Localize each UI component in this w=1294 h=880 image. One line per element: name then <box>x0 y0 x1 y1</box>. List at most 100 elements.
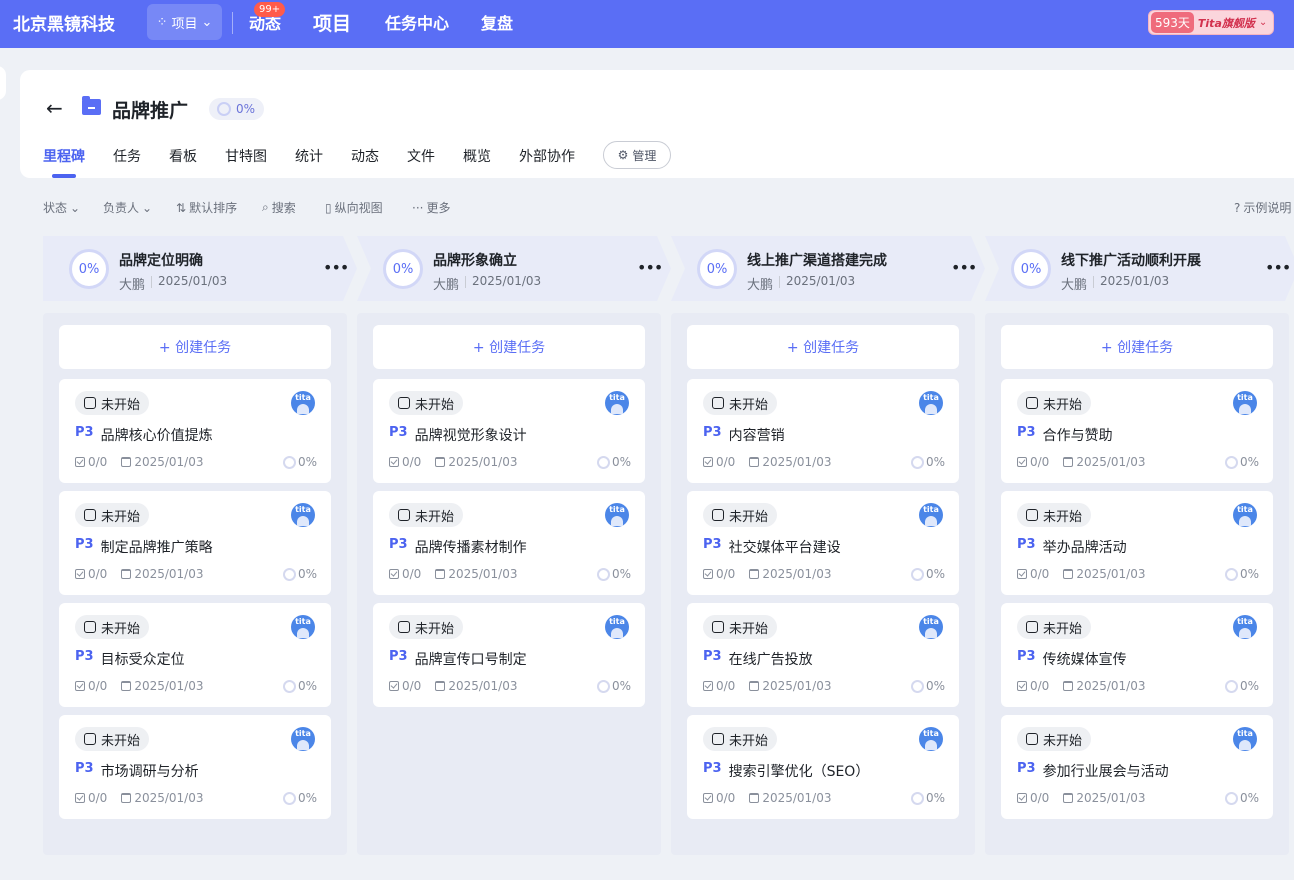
task-card[interactable]: 未开始 tita P3 搜索引擎优化（SEO） 0/0 2025/01/03 0% <box>687 715 959 819</box>
status-badge[interactable]: 未开始 <box>703 391 778 415</box>
status-filter[interactable]: 状态 ⌄ <box>43 199 80 216</box>
tab-board[interactable]: 看板 <box>169 146 197 166</box>
task-date: 2025/01/03 <box>749 791 831 805</box>
tab-overview[interactable]: 概览 <box>463 146 491 166</box>
task-card[interactable]: 未开始 tita P3 品牌视觉形象设计 0/0 2025/01/03 0% <box>373 379 645 483</box>
task-card[interactable]: 未开始 tita P3 制定品牌推广策略 0/0 2025/01/03 0% <box>59 491 331 595</box>
milestone-owner: 大鹏 <box>433 278 460 293</box>
create-task-button[interactable]: + 创建任务 <box>1001 325 1273 369</box>
avatar[interactable]: tita <box>291 727 315 751</box>
company-name[interactable]: 北京黑镜科技 <box>13 10 115 35</box>
task-card[interactable]: 未开始 tita P3 举办品牌活动 0/0 2025/01/03 0% <box>1001 491 1273 595</box>
calendar-icon <box>435 681 446 691</box>
task-card[interactable]: 未开始 tita P3 合作与赞助 0/0 2025/01/03 0% <box>1001 379 1273 483</box>
task-progress-value: 0% <box>1239 679 1259 693</box>
avatar[interactable]: tita <box>1233 391 1257 415</box>
task-date-value: 2025/01/03 <box>1076 567 1146 581</box>
avatar[interactable]: tita <box>919 503 943 527</box>
create-task-button[interactable]: + 创建任务 <box>373 325 645 369</box>
task-progress: 0% <box>596 679 631 693</box>
avatar[interactable]: tita <box>1233 727 1257 751</box>
more-options-icon[interactable]: ••• <box>323 258 349 277</box>
nav-review[interactable]: 复盘 <box>481 0 513 44</box>
avatar[interactable]: tita <box>291 391 315 415</box>
search-button[interactable]: ⌕ 搜索 <box>262 199 296 216</box>
subtask-count: 0/0 <box>1017 455 1049 469</box>
nav-task-center[interactable]: 任务中心 <box>385 0 449 44</box>
sort-button[interactable]: ⇅ 默认排序 <box>176 199 237 216</box>
status-badge[interactable]: 未开始 <box>75 727 150 751</box>
status-badge[interactable]: 未开始 <box>75 615 150 639</box>
task-card[interactable]: 未开始 tita P3 内容营销 0/0 2025/01/03 0% <box>687 379 959 483</box>
status-badge[interactable]: 未开始 <box>389 391 464 415</box>
task-card[interactable]: 未开始 tita P3 品牌核心价值提炼 0/0 2025/01/03 0% <box>59 379 331 483</box>
status-badge[interactable]: 未开始 <box>75 503 150 527</box>
milestone-column: + 创建任务 未开始 tita P3 内容营销 0/0 2025/01/03 0%… <box>671 313 975 855</box>
status-badge[interactable]: 未开始 <box>1017 391 1092 415</box>
legend-help[interactable]: ? 示例说明 <box>1234 199 1291 216</box>
tab-statistics[interactable]: 统计 <box>295 146 323 166</box>
status-badge[interactable]: 未开始 <box>75 391 150 415</box>
nav-projects[interactable]: 项目 <box>313 0 351 44</box>
priority-label: P3 <box>1017 761 1036 776</box>
task-progress: 0% <box>1224 567 1259 581</box>
avatar[interactable]: tita <box>1233 503 1257 527</box>
avatar[interactable]: tita <box>919 391 943 415</box>
status-badge[interactable]: 未开始 <box>703 615 778 639</box>
more-button[interactable]: ··· 更多 <box>412 199 450 216</box>
avatar[interactable]: tita <box>291 615 315 639</box>
avatar[interactable]: tita <box>919 727 943 751</box>
tab-activity[interactable]: 动态 <box>351 146 379 166</box>
task-card[interactable]: 未开始 tita P3 目标受众定位 0/0 2025/01/03 0% <box>59 603 331 707</box>
calendar-icon <box>121 681 132 691</box>
milestone-header[interactable]: 0% 品牌定位明确 大鹏 2025/01/03 ••• <box>43 236 357 301</box>
task-card[interactable]: 未开始 tita P3 传统媒体宣传 0/0 2025/01/03 0% <box>1001 603 1273 707</box>
task-card[interactable]: 未开始 tita P3 市场调研与分析 0/0 2025/01/03 0% <box>59 715 331 819</box>
tita-edition-badge[interactable]: 593天 Tita旗舰版 ⌄ <box>1148 10 1274 35</box>
tab-milestones[interactable]: 里程碑 <box>43 146 85 166</box>
owner-filter[interactable]: 负责人 ⌄ <box>103 199 152 216</box>
task-title: P3 品牌核心价值提炼 <box>75 425 213 445</box>
status-badge[interactable]: 未开始 <box>1017 615 1092 639</box>
calendar-icon <box>121 457 132 467</box>
status-badge[interactable]: 未开始 <box>703 727 778 751</box>
view-toggle[interactable]: ▯ 纵向视图 <box>325 199 383 216</box>
status-badge[interactable]: 未开始 <box>389 503 464 527</box>
status-badge[interactable]: 未开始 <box>703 503 778 527</box>
manage-button[interactable]: ⚙ 管理 <box>603 141 671 169</box>
task-card[interactable]: 未开始 tita P3 品牌传播素材制作 0/0 2025/01/03 0% <box>373 491 645 595</box>
priority-label: P3 <box>1017 425 1036 440</box>
task-card[interactable]: 未开始 tita P3 参加行业展会与活动 0/0 2025/01/03 0% <box>1001 715 1273 819</box>
milestone-header[interactable]: 0% 品牌形象确立 大鹏 2025/01/03 ••• <box>357 236 671 301</box>
tab-external[interactable]: 外部协作 <box>519 146 575 166</box>
milestone-header[interactable]: 0% 线上推广渠道搭建完成 大鹏 2025/01/03 ••• <box>671 236 985 301</box>
milestone-progress: 0% <box>697 249 737 289</box>
task-card[interactable]: 未开始 tita P3 社交媒体平台建设 0/0 2025/01/03 0% <box>687 491 959 595</box>
status-badge[interactable]: 未开始 <box>1017 503 1092 527</box>
status-badge[interactable]: 未开始 <box>1017 727 1092 751</box>
back-arrow-icon[interactable]: ← <box>46 96 63 120</box>
more-options-icon[interactable]: ••• <box>1265 258 1291 277</box>
create-task-button[interactable]: + 创建任务 <box>59 325 331 369</box>
tab-gantt[interactable]: 甘特图 <box>225 146 267 166</box>
status-badge[interactable]: 未开始 <box>389 615 464 639</box>
avatar[interactable]: tita <box>605 503 629 527</box>
avatar[interactable]: tita <box>291 503 315 527</box>
priority-label: P3 <box>389 537 408 552</box>
create-task-button[interactable]: + 创建任务 <box>687 325 959 369</box>
milestone-header[interactable]: 0% 线下推广活动顺利开展 大鹏 2025/01/03 ••• <box>985 236 1294 301</box>
avatar[interactable]: tita <box>919 615 943 639</box>
sidebar-toggle[interactable] <box>0 66 6 100</box>
avatar[interactable]: tita <box>605 391 629 415</box>
tab-files[interactable]: 文件 <box>407 146 435 166</box>
task-progress-value: 0% <box>297 791 317 805</box>
project-switcher[interactable]: ⁘ 项目 ⌄ <box>147 4 222 40</box>
avatar[interactable]: tita <box>605 615 629 639</box>
avatar[interactable]: tita <box>1233 615 1257 639</box>
more-options-icon[interactable]: ••• <box>951 258 977 277</box>
tab-tasks[interactable]: 任务 <box>113 146 141 166</box>
progress-ring-icon <box>596 679 610 693</box>
task-card[interactable]: 未开始 tita P3 在线广告投放 0/0 2025/01/03 0% <box>687 603 959 707</box>
more-options-icon[interactable]: ••• <box>637 258 663 277</box>
task-card[interactable]: 未开始 tita P3 品牌宣传口号制定 0/0 2025/01/03 0% <box>373 603 645 707</box>
